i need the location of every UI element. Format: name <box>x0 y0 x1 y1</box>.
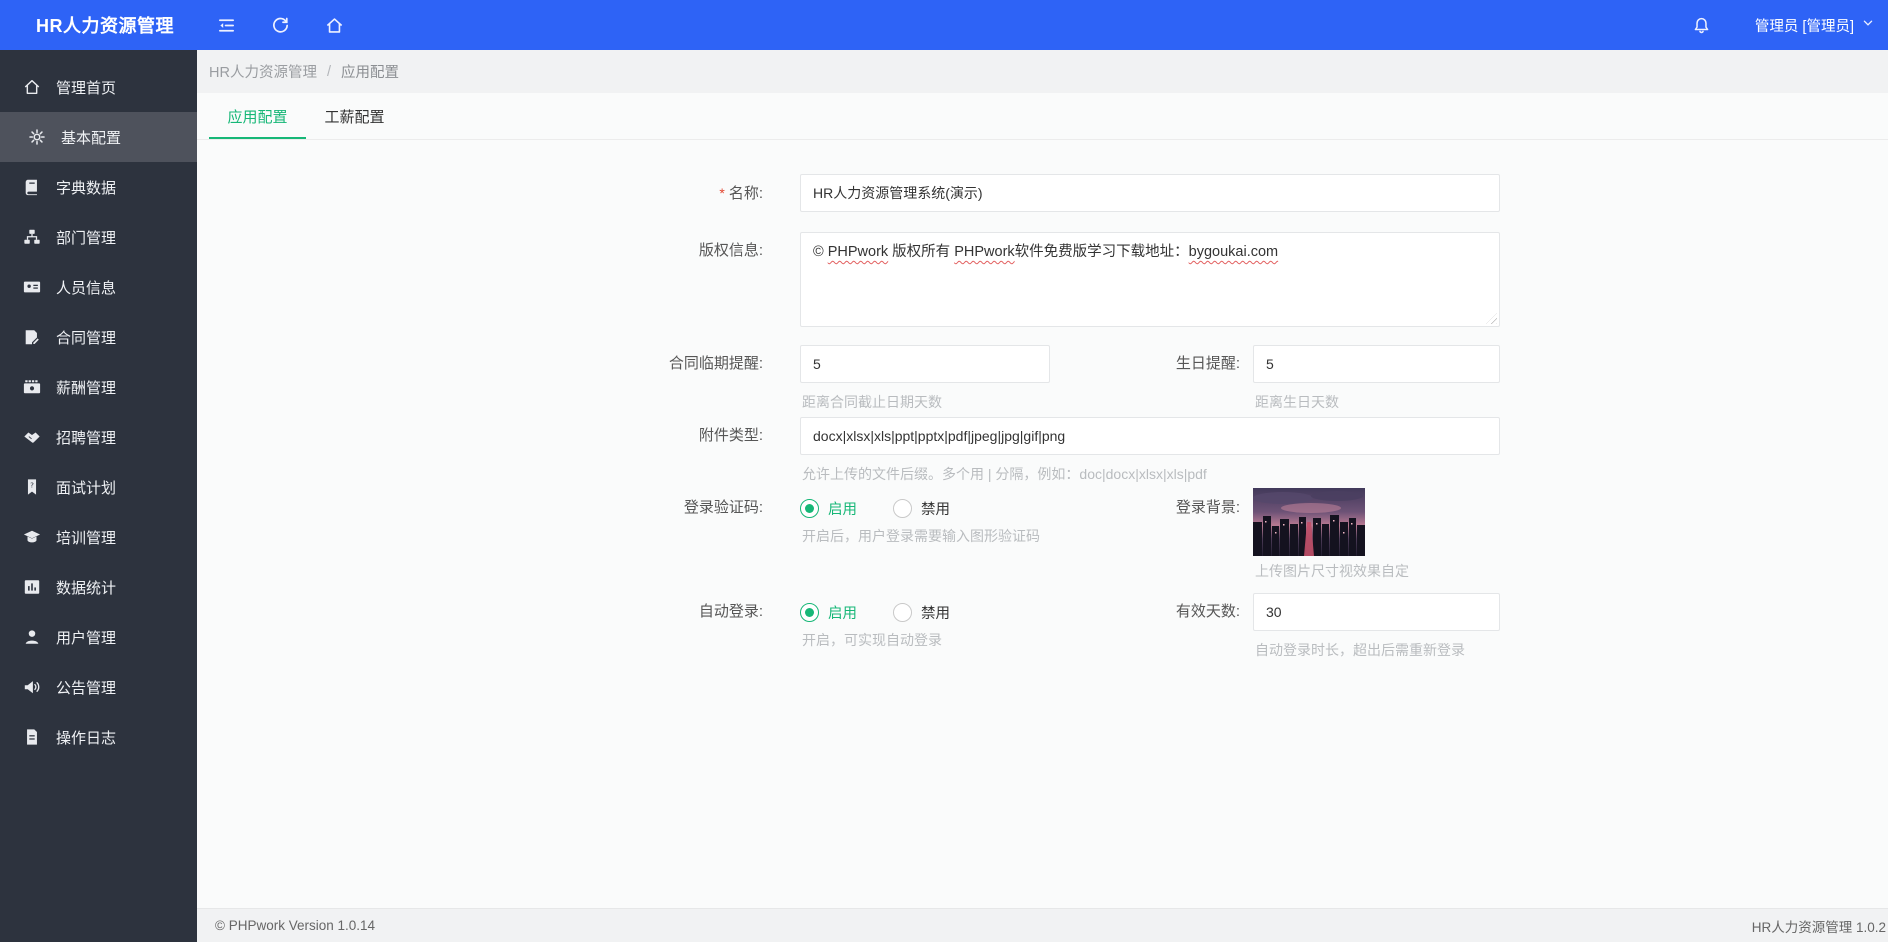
required-asterisk: * <box>719 185 725 201</box>
login-captcha-hint: 开启后，用户登录需要输入图形验证码 <box>802 528 1040 544</box>
name-label: * 名称: <box>719 185 763 202</box>
sidebar-item-dictionary-data[interactable]: 字典数据 <box>0 162 197 212</box>
footer: © PHPwork Version 1.0.14 HR人力资源管理 1.0.2 <box>197 908 1888 942</box>
valid-days-label: 有效天数: <box>1175 603 1240 620</box>
log-file-icon <box>22 728 41 747</box>
sidebar-item-department[interactable]: 部门管理 <box>0 212 197 262</box>
sitemap-icon <box>22 228 41 247</box>
sidebar-item-salary[interactable]: 薪酬管理 <box>0 362 197 412</box>
tab-app-config[interactable]: 应用配置 <box>209 93 306 139</box>
footer-version: HR人力资源管理 1.0.2 <box>1751 919 1886 935</box>
copyright-textarea[interactable]: © PHPwork 版权所有 PHPwork软件免费版学习下载地址：bygouk… <box>800 232 1500 327</box>
user-icon <box>22 628 41 647</box>
copyright-label: 版权信息: <box>698 242 763 259</box>
user-menu[interactable]: 管理员 [管理员] <box>1755 15 1874 36</box>
attachment-types-label: 附件类型: <box>698 427 763 444</box>
home-icon[interactable] <box>307 0 361 50</box>
sidebar-item-contract[interactable]: 合同管理 <box>0 312 197 362</box>
app-config-form: *名称: 版权信息: © PHPwork 版权所有 PHPwork软件免费版学习… <box>197 140 1888 908</box>
id-card-icon <box>22 278 41 297</box>
login-captcha-label: 登录验证码: <box>683 499 763 516</box>
auto-login-hint: 开启，可实现自动登录 <box>802 632 942 648</box>
login-background-label: 登录背景: <box>1175 499 1240 516</box>
svg-text:?: ? <box>30 480 34 489</box>
radio-checked-icon <box>800 498 819 518</box>
home-icon <box>22 78 41 97</box>
sidebar: 管理首页 基本配置 字典数据 部门管理 人员信息 合同管理 薪酬管理 招聘管理 … <box>0 50 197 942</box>
sidebar-item-personnel-info[interactable]: 人员信息 <box>0 262 197 312</box>
refresh-icon[interactable] <box>253 0 307 50</box>
breadcrumb-current: 应用配置 <box>340 65 399 81</box>
user-name: 管理员 [管理员] <box>1754 18 1854 35</box>
gear-icon <box>27 128 46 147</box>
tab-bar: 应用配置 工薪配置 <box>197 93 1888 140</box>
radio-checked-icon <box>800 602 819 622</box>
breadcrumb-root[interactable]: HR人力资源管理 <box>209 61 317 82</box>
name-input[interactable] <box>800 174 1500 212</box>
attachment-types-hint: 允许上传的文件后缀。多个用 | 分隔，例如：doc|docx|xlsx|xls|… <box>802 466 1207 482</box>
sidebar-item-users[interactable]: 用户管理 <box>0 612 197 662</box>
salary-money-icon <box>22 378 41 397</box>
breadcrumb-separator: / <box>326 63 331 80</box>
app-logo[interactable]: HR人力资源管理 <box>0 12 197 38</box>
sidebar-item-recruitment[interactable]: 招聘管理 <box>0 412 197 462</box>
auto-login-enable-radio[interactable]: 启用 <box>800 602 857 623</box>
auto-login-label: 自动登录: <box>698 603 763 620</box>
radio-unchecked-icon <box>893 602 912 622</box>
graduation-cap-icon <box>22 528 41 547</box>
header-right: 管理员 [管理员] <box>1675 0 1888 50</box>
speaker-icon <box>22 678 41 697</box>
sidebar-item-operation-logs[interactable]: 操作日志 <box>0 712 197 762</box>
bar-chart-icon <box>22 578 41 597</box>
valid-days-hint: 自动登录时长，超出后需重新登录 <box>1255 642 1465 658</box>
tab-salary-config[interactable]: 工薪配置 <box>306 93 403 139</box>
sidebar-item-announcements[interactable]: 公告管理 <box>0 662 197 712</box>
menu-collapse-icon[interactable] <box>199 0 253 50</box>
login-captcha-enable-radio[interactable]: 启用 <box>800 498 857 519</box>
birthday-reminder-label: 生日提醒: <box>1175 355 1240 372</box>
header-toolbar <box>199 0 361 50</box>
handshake-icon <box>22 428 41 447</box>
login-background-image[interactable] <box>1253 488 1365 556</box>
config-panel: 应用配置 工薪配置 *名称: 版权信息: © PHPwork 版权所有 PHPw… <box>197 93 1888 908</box>
footer-copyright: © PHPwork Version 1.0.14 <box>215 918 376 933</box>
sidebar-item-statistics[interactable]: 数据统计 <box>0 562 197 612</box>
top-header: HR人力资源管理 管理员 [管理员] <box>0 0 1888 50</box>
breadcrumb: HR人力资源管理 / 应用配置 <box>197 50 1888 93</box>
radio-unchecked-icon <box>893 498 912 518</box>
chevron-down-icon <box>1862 17 1874 33</box>
textarea-resize-handle[interactable] <box>1486 313 1497 324</box>
interview-tag-icon: ? <box>22 478 41 497</box>
sidebar-item-dashboard[interactable]: 管理首页 <box>0 62 197 112</box>
app-window: HR人力资源管理 管理员 [管理员] 管理首页 基本配置 字典数据 部门管理 人… <box>0 0 1888 942</box>
sidebar-item-training[interactable]: 培训管理 <box>0 512 197 562</box>
main-content: HR人力资源管理 / 应用配置 应用配置 工薪配置 *名称: 版权信息: © P… <box>197 50 1888 942</box>
birthday-reminder-hint: 距离生日天数 <box>1255 394 1339 410</box>
login-background-hint: 上传图片尺寸视效果自定 <box>1255 563 1409 579</box>
birthday-reminder-input[interactable] <box>1253 345 1500 383</box>
sidebar-item-interview-plan[interactable]: ? 面试计划 <box>0 462 197 512</box>
contract-reminder-hint: 距离合同截止日期天数 <box>802 394 942 410</box>
book-icon <box>22 178 41 197</box>
copyright-text: © PHPwork 版权所有 PHPwork软件免费版学习下载地址：bygouk… <box>813 244 1279 260</box>
contract-pen-icon <box>22 328 41 347</box>
attachment-types-input[interactable] <box>800 417 1500 455</box>
notification-bell-icon[interactable] <box>1675 0 1729 50</box>
contract-reminder-label: 合同临期提醒: <box>668 355 763 372</box>
sidebar-item-basic-config[interactable]: 基本配置 <box>0 112 197 162</box>
valid-days-input[interactable] <box>1253 593 1500 631</box>
